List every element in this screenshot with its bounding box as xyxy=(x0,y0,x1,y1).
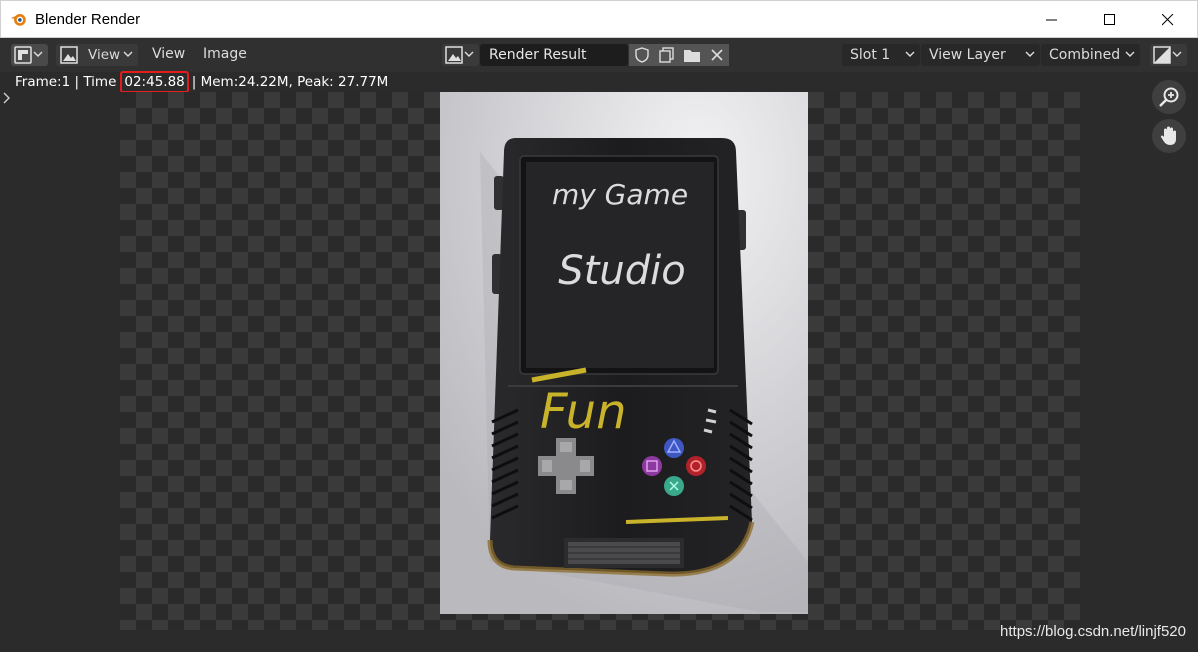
hand-icon xyxy=(1160,126,1176,145)
shield-icon xyxy=(634,47,649,63)
pan-button[interactable] xyxy=(1152,119,1186,153)
image-name-field[interactable]: Render Result xyxy=(480,44,628,66)
maximize-button[interactable] xyxy=(1081,1,1139,39)
chevron-down-icon xyxy=(1025,51,1035,57)
image-editor-header: View View Image Render Result Slot 1 Vie… xyxy=(0,38,1198,72)
image-browse-icon xyxy=(445,46,463,64)
view-mode-label: View xyxy=(88,47,121,63)
watermark-text: https://blog.csdn.net/linjf520 xyxy=(1000,623,1186,640)
unlink-image-button[interactable] xyxy=(704,44,729,66)
toolbar-expand-arrow[interactable] xyxy=(2,92,10,107)
view-layer-label: View Layer xyxy=(929,47,1006,63)
body-text-fun: Fun xyxy=(540,384,627,440)
render-pass-label: Combined xyxy=(1049,47,1121,63)
minimize-icon xyxy=(1046,19,1057,21)
maximize-icon xyxy=(1104,14,1115,25)
zoom-button[interactable] xyxy=(1152,80,1186,114)
chevron-down-icon xyxy=(123,51,133,57)
circle-button-mark xyxy=(686,456,706,476)
image-icon xyxy=(60,46,78,64)
render-time-highlight: 02:45.88 xyxy=(120,71,189,93)
chevron-right-icon xyxy=(3,92,10,104)
image-editor-icon xyxy=(14,46,32,64)
window-title: Blender Render xyxy=(35,10,141,28)
browse-image-button[interactable] xyxy=(442,44,479,66)
slot-dropdown[interactable]: Slot 1 xyxy=(842,44,920,66)
rendered-handheld-console: my Game Studio Fun xyxy=(440,92,808,614)
close-button[interactable] xyxy=(1139,1,1197,39)
duplicate-icon xyxy=(658,47,674,63)
render-time: 02:45.88 xyxy=(124,74,185,90)
chevron-down-icon xyxy=(905,51,915,57)
menu-image[interactable]: Image xyxy=(203,46,247,62)
folder-icon xyxy=(683,50,700,62)
render-stats-suffix: | Mem:24.22M, Peak: 27.77M xyxy=(191,74,389,90)
chevron-down-icon xyxy=(1125,51,1135,57)
square-button-mark xyxy=(642,456,662,476)
chevron-down-icon xyxy=(1172,51,1182,57)
render-stats: Frame:1 | Time 02:45.88 | Mem:24.22M, Pe… xyxy=(0,71,1198,93)
close-icon xyxy=(710,49,723,61)
menu-view[interactable]: View xyxy=(152,46,185,62)
screen-text-line2: Studio xyxy=(558,248,685,294)
zoom-icon xyxy=(1159,87,1179,107)
chevron-down-icon xyxy=(33,51,43,57)
image-canvas[interactable]: my Game Studio Fun xyxy=(0,80,1198,652)
screen-text-line1: my Game xyxy=(552,178,688,211)
chevron-down-icon xyxy=(464,51,474,57)
view-mode-dropdown[interactable]: View xyxy=(56,44,138,66)
fake-user-button[interactable] xyxy=(629,44,654,66)
render-stats-prefix: Frame:1 | Time xyxy=(15,74,117,90)
minimize-button[interactable] xyxy=(1023,1,1081,39)
slot-label: Slot 1 xyxy=(850,47,891,63)
editor-type-button[interactable] xyxy=(11,44,48,66)
window-titlebar: Blender Render xyxy=(0,0,1198,38)
blender-logo-icon xyxy=(10,14,26,26)
display-channels-icon xyxy=(1153,46,1171,64)
close-icon xyxy=(1162,14,1174,26)
render-result-image: my Game Studio Fun xyxy=(440,92,808,614)
new-image-button[interactable] xyxy=(654,44,679,66)
display-channels-button[interactable] xyxy=(1150,44,1187,66)
render-pass-dropdown[interactable]: Combined xyxy=(1041,44,1140,66)
view-layer-dropdown[interactable]: View Layer xyxy=(921,44,1040,66)
open-image-button[interactable] xyxy=(679,44,704,66)
